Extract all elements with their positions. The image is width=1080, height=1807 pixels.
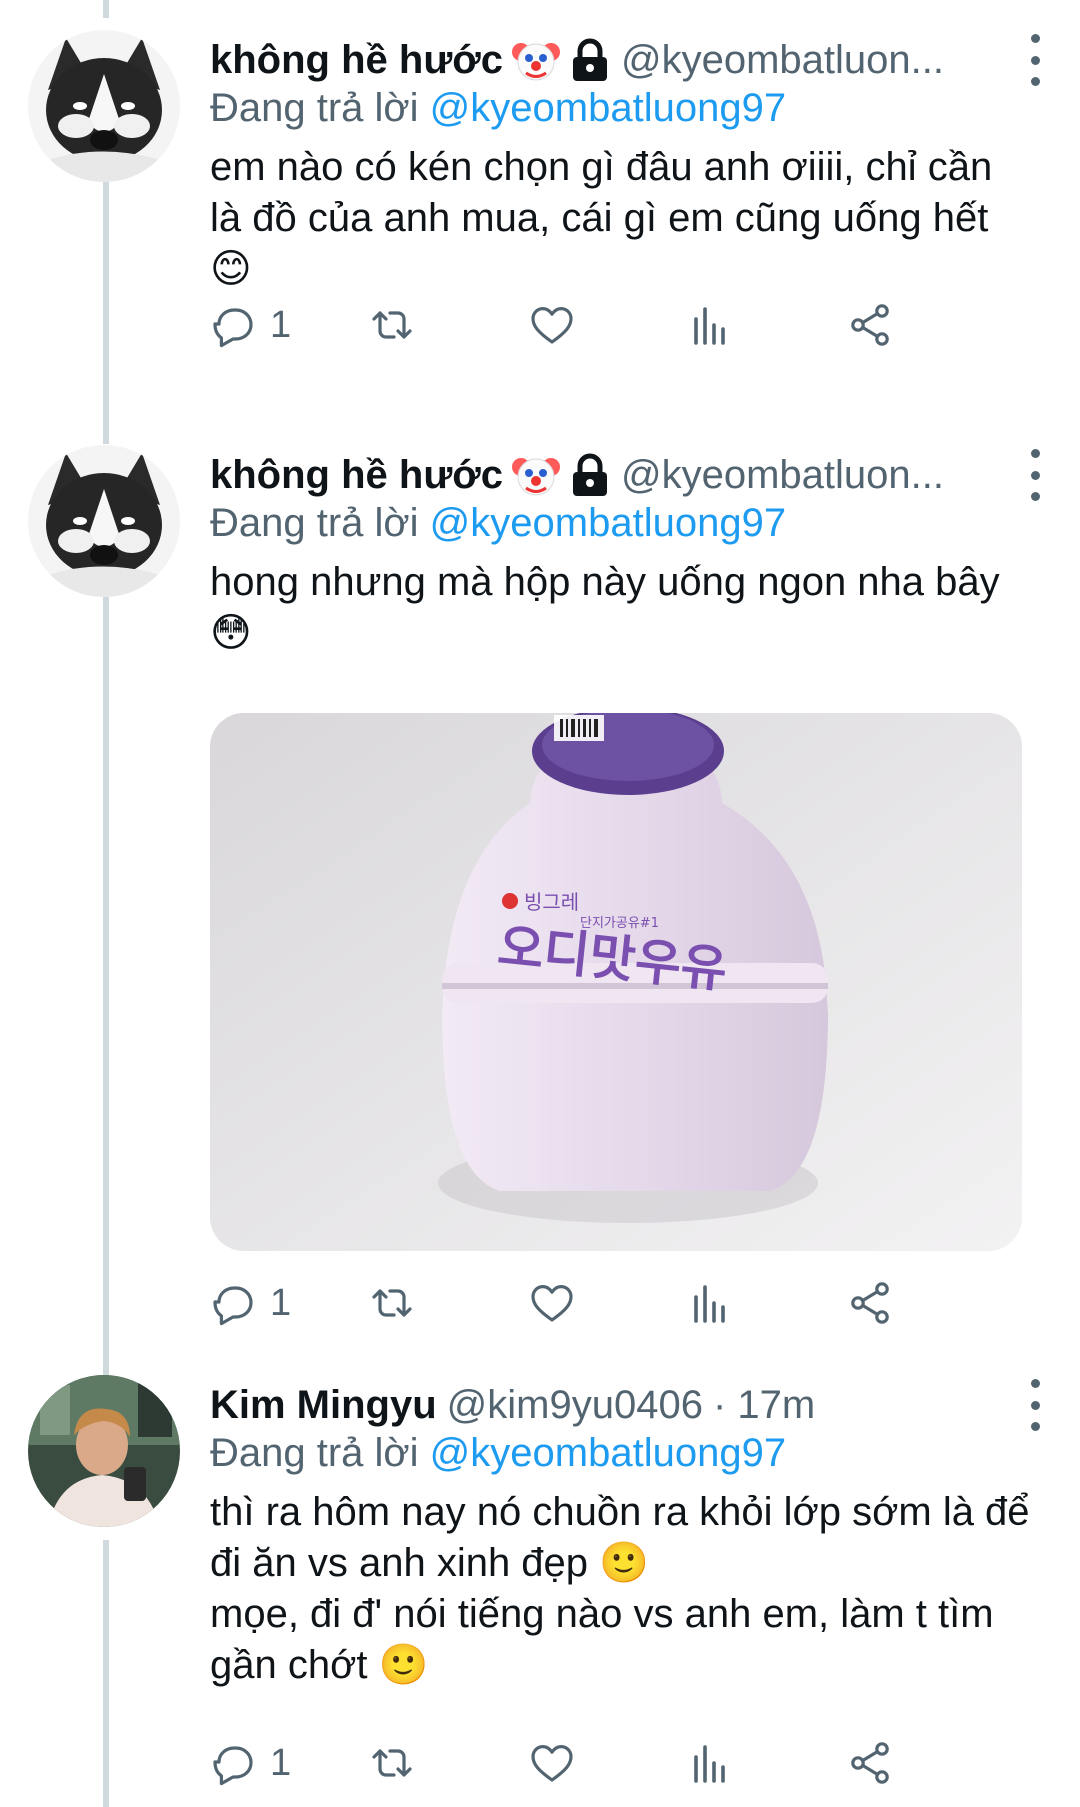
heart-icon (531, 307, 573, 344)
user-handle[interactable]: @kyeombatluon... (621, 38, 1050, 83)
tweet-text-line: hong nhưng mà hộp này uống ngon nha bây … (210, 560, 1000, 655)
share-icon (851, 1742, 889, 1784)
views-button[interactable] (686, 295, 734, 355)
tweet-text-line: thì ra hôm nay nó chuồn ra khỏi lớp sớm … (210, 1490, 1030, 1585)
reply-count: 1 (270, 1281, 292, 1324)
tweet[interactable]: Kim Mingyu @kim9yu0406 · 17m Đang trả lờ… (0, 1375, 1080, 1805)
avatar[interactable] (28, 1375, 180, 1527)
person-photo-avatar (28, 1375, 180, 1527)
display-name[interactable]: Kim Mingyu (210, 1383, 437, 1428)
views-button[interactable] (686, 1273, 734, 1333)
avatar[interactable] (28, 445, 180, 597)
tweet-time[interactable]: · 17m (713, 1383, 815, 1428)
replying-prefix: Đang trả lời (210, 86, 419, 130)
share-icon (851, 1282, 889, 1324)
display-name[interactable]: không hề hước (210, 453, 503, 498)
share-button[interactable] (846, 1273, 894, 1333)
tweet-text: thì ra hôm nay nó chuồn ra khỏi lớp sớm … (210, 1487, 1030, 1691)
user-handle[interactable]: @kyeombatluon... (621, 453, 1050, 498)
retweet-button[interactable] (368, 295, 416, 355)
tweet-image[interactable]: 빙그레 단지가공유#1 오디맛우유 (210, 713, 1022, 1251)
reply-icon (213, 1286, 253, 1326)
retweet-button[interactable] (368, 1733, 416, 1793)
reply-button[interactable]: 1 (210, 1273, 291, 1333)
tweet-text: hong nhưng mà hộp này uống ngon nha bây … (210, 557, 1030, 659)
replying-prefix: Đang trả lời (210, 501, 419, 545)
replying-to-link[interactable]: @kyeombatluong97 (430, 501, 786, 545)
replying-to: Đang trả lời @kyeombatluong97 (210, 86, 786, 131)
tweet-actions: 1 (210, 295, 1020, 355)
husky-dog-avatar (28, 30, 180, 182)
tweet-text: em nào có kén chọn gì đâu anh ơiiii, chỉ… (210, 142, 1030, 295)
replying-to-link[interactable]: @kyeombatluong97 (430, 86, 786, 130)
husky-dog-avatar (28, 445, 180, 597)
retweet-icon (372, 311, 412, 339)
user-handle[interactable]: @kim9yu0406 (447, 1383, 703, 1428)
analytics-icon (694, 1285, 725, 1323)
more-options-icon[interactable] (1020, 449, 1050, 501)
heart-icon (531, 1745, 573, 1782)
replying-to-link[interactable]: @kyeombatluong97 (430, 1431, 786, 1475)
milk-bottle-photo: 빙그레 단지가공유#1 오디맛우유 (210, 713, 1022, 1251)
brand-label: 빙그레 (524, 890, 579, 914)
share-button[interactable] (846, 1733, 894, 1793)
tweet[interactable]: không hề hước @kyeombatluon... Đang trả … (0, 30, 1080, 410)
analytics-icon (694, 1745, 725, 1783)
share-icon (851, 304, 889, 346)
replying-to: Đang trả lời @kyeombatluong97 (210, 501, 786, 546)
tweet-header: Kim Mingyu @kim9yu0406 · 17m (210, 1375, 1050, 1435)
views-button[interactable] (686, 1733, 734, 1793)
share-button[interactable] (846, 295, 894, 355)
tweet-text-line: mọe, đi đ' nói tiếng nào vs anh em, làm … (210, 1592, 994, 1687)
retweet-button[interactable] (368, 1273, 416, 1333)
tweet-text-line: em nào có kén chọn gì đâu anh ơiiii, chỉ… (210, 145, 993, 291)
like-button[interactable] (528, 295, 576, 355)
lock-icon (569, 38, 611, 82)
thread-line (103, 0, 109, 18)
analytics-icon (694, 307, 725, 345)
tweet-header: không hề hước @kyeombatluon... (210, 30, 1050, 90)
like-button[interactable] (528, 1273, 576, 1333)
lock-icon (569, 453, 611, 497)
reply-icon (213, 1746, 253, 1786)
tweet-header: không hề hước @kyeombatluon... (210, 445, 1050, 505)
tweet[interactable]: không hề hước @kyeombatluon... Đang trả … (0, 445, 1080, 1326)
replying-to: Đang trả lời @kyeombatluong97 (210, 1431, 786, 1476)
heart-icon (531, 1285, 573, 1322)
tweet-actions: 1 (210, 1273, 1020, 1333)
clown-emoji-icon (511, 451, 561, 499)
reply-button[interactable]: 1 (210, 295, 291, 355)
retweet-icon (372, 1749, 412, 1777)
reply-count: 1 (270, 1741, 292, 1784)
reply-count: 1 (270, 303, 292, 346)
replying-prefix: Đang trả lời (210, 1431, 419, 1475)
avatar[interactable] (28, 30, 180, 182)
reply-icon (213, 308, 253, 348)
more-options-icon[interactable] (1020, 1379, 1050, 1431)
reply-button[interactable]: 1 (210, 1733, 291, 1793)
tweet-actions: 1 (210, 1733, 1020, 1793)
more-options-icon[interactable] (1020, 34, 1050, 86)
clown-emoji-icon (511, 36, 561, 84)
like-button[interactable] (528, 1733, 576, 1793)
display-name[interactable]: không hề hước (210, 38, 503, 83)
retweet-icon (372, 1289, 412, 1317)
